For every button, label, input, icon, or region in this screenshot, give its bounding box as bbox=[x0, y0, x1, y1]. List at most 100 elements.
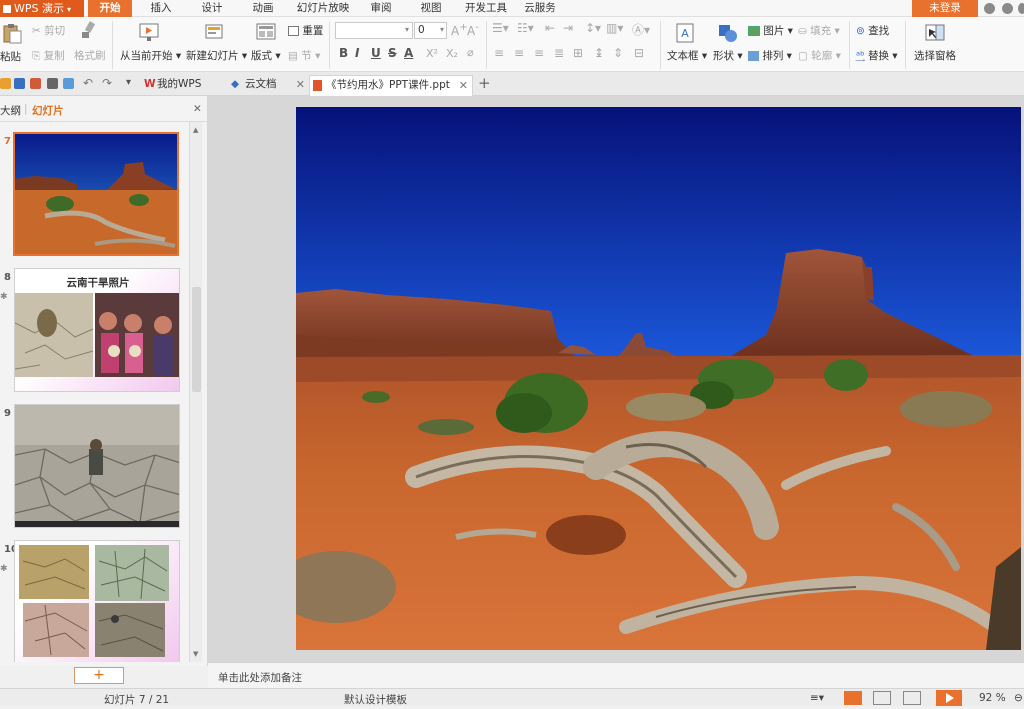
tab-slideshow[interactable]: 幻灯片放映 bbox=[292, 0, 354, 17]
text-align-icon[interactable]: ⊟ bbox=[634, 46, 644, 60]
redo-icon[interactable]: ↷ bbox=[102, 76, 112, 90]
play-from-current-button[interactable]: 从当前开始 ▾ bbox=[120, 48, 181, 63]
selection-pane-icon[interactable] bbox=[924, 22, 946, 44]
slide-sorter-icon[interactable] bbox=[873, 691, 891, 705]
scroll-down-icon[interactable]: ▼ bbox=[193, 650, 198, 658]
text-direction-icon[interactable]: Ⓐ▾ bbox=[632, 21, 650, 38]
tab-cloud-docs[interactable]: ◆ 云文档 ✕ bbox=[229, 75, 309, 96]
subscript-button[interactable]: X₂ bbox=[446, 47, 458, 60]
shape-icon[interactable] bbox=[717, 22, 739, 44]
reading-view-icon[interactable] bbox=[903, 691, 921, 705]
zoom-level[interactable]: 92 % bbox=[979, 692, 1006, 704]
add-slide-button[interactable]: + bbox=[74, 667, 124, 684]
tab-developer[interactable]: 开发工具 bbox=[460, 0, 512, 17]
decrease-indent-icon[interactable]: ⇤ bbox=[545, 21, 555, 35]
para-spacing-icon[interactable]: ⇕ bbox=[613, 46, 623, 60]
slide-thumbnail-9[interactable] bbox=[14, 404, 180, 528]
align-center-icon[interactable]: ≡ bbox=[514, 46, 524, 60]
find-button[interactable]: ⊚ 查找 bbox=[856, 23, 889, 38]
tab-my-wps[interactable]: W 我的WPS bbox=[141, 75, 225, 96]
tab-view[interactable]: 视图 bbox=[413, 0, 449, 17]
skin-icon[interactable] bbox=[984, 3, 995, 14]
open-folder-icon[interactable] bbox=[0, 78, 11, 89]
underline-button[interactable]: U bbox=[371, 46, 381, 60]
selection-pane-button[interactable]: 选择窗格 bbox=[914, 48, 956, 63]
shape-button[interactable]: 形状 ▾ bbox=[713, 48, 743, 63]
help-icon[interactable] bbox=[1018, 3, 1024, 14]
scrollbar-thumb[interactable] bbox=[192, 287, 201, 392]
login-button[interactable]: 未登录 bbox=[912, 0, 978, 17]
slide-thumbnail-10[interactable] bbox=[14, 540, 180, 662]
export-pdf-icon[interactable] bbox=[30, 78, 41, 89]
panel-scrollbar[interactable]: ▲ ▼ bbox=[189, 122, 202, 662]
slide-thumbnail-8[interactable]: 云南干旱照片 bbox=[14, 268, 180, 392]
undo-icon[interactable]: ↶ bbox=[83, 76, 93, 90]
settings-icon[interactable] bbox=[1002, 3, 1013, 14]
align-right-icon[interactable]: ≡ bbox=[534, 46, 544, 60]
line-spacing-2-icon[interactable]: ↨ bbox=[594, 46, 604, 60]
paste-icon[interactable] bbox=[1, 22, 23, 44]
template-name[interactable]: 默认设计模板 bbox=[344, 692, 407, 707]
more-commands-icon[interactable]: ▾ bbox=[126, 77, 131, 88]
cut-button[interactable]: ✂ 剪切 bbox=[32, 23, 65, 38]
current-slide[interactable] bbox=[296, 107, 1021, 650]
tab-design[interactable]: 设计 bbox=[194, 0, 230, 17]
distribute-icon[interactable]: ⊞ bbox=[573, 46, 583, 60]
clear-format-icon[interactable]: ⌀ bbox=[467, 46, 474, 59]
picture-button[interactable]: 图片 ▾ bbox=[748, 23, 793, 38]
tab-home[interactable]: 开始 bbox=[88, 0, 132, 17]
grow-font-button[interactable]: A+ bbox=[451, 22, 468, 38]
font-name-field[interactable]: ▾ bbox=[335, 22, 413, 39]
layout-button[interactable]: 版式 ▾ bbox=[251, 48, 281, 63]
tab-animation[interactable]: 动画 bbox=[245, 0, 281, 17]
tab-insert[interactable]: 插入 bbox=[143, 0, 179, 17]
close-icon[interactable]: ✕ bbox=[296, 75, 305, 94]
bullet-list-icon[interactable]: ☰▾ bbox=[492, 21, 509, 35]
justify-icon[interactable]: ≣ bbox=[554, 46, 564, 60]
copy-button[interactable]: ⎘ 复制 bbox=[32, 48, 65, 63]
fill-button[interactable]: ⛀ 填充 ▾ bbox=[798, 23, 840, 38]
save-icon[interactable] bbox=[14, 78, 25, 89]
new-tab-button[interactable]: + bbox=[478, 74, 491, 92]
slide-thumbnail-7[interactable] bbox=[13, 132, 179, 256]
scroll-up-icon[interactable]: ▲ bbox=[193, 126, 198, 134]
format-painter-icon[interactable] bbox=[80, 21, 98, 41]
new-slide-icon[interactable] bbox=[203, 21, 225, 43]
replace-button[interactable]: ᵃ͢ᵇ 替换 ▾ bbox=[856, 48, 898, 63]
superscript-button[interactable]: X² bbox=[426, 47, 438, 60]
arrange-button[interactable]: 排列 ▾ bbox=[748, 48, 792, 63]
font-color-button[interactable]: A bbox=[404, 46, 413, 60]
layout-icon[interactable] bbox=[255, 21, 277, 43]
normal-view-icon[interactable] bbox=[844, 691, 862, 705]
columns-icon[interactable]: ▥▾ bbox=[606, 21, 623, 35]
tab-review[interactable]: 审阅 bbox=[363, 0, 399, 17]
new-slide-button[interactable]: 新建幻灯片 ▾ bbox=[186, 48, 247, 63]
notes-pane[interactable]: 单击此处添加备注 bbox=[208, 662, 1024, 688]
align-left-icon[interactable]: ≡ bbox=[494, 46, 504, 60]
close-icon[interactable]: ✕ bbox=[193, 103, 202, 115]
font-size-field[interactable]: 0 ▾ bbox=[414, 22, 447, 39]
app-menu-button[interactable]: WPS 演示 ▾ bbox=[0, 0, 84, 17]
section-button[interactable]: ▤ 节 ▾ bbox=[288, 48, 320, 63]
tab-outline[interactable]: 大纲 bbox=[0, 103, 21, 118]
increase-indent-icon[interactable]: ⇥ bbox=[563, 21, 573, 35]
italic-button[interactable]: I bbox=[355, 46, 359, 60]
tab-cloud[interactable]: 云服务 bbox=[519, 0, 561, 17]
reset-button[interactable]: 重置 bbox=[288, 23, 323, 38]
shrink-font-button[interactable]: A- bbox=[467, 22, 479, 38]
zoom-out-icon[interactable]: ⊖ bbox=[1014, 692, 1023, 704]
preview-icon[interactable] bbox=[63, 78, 74, 89]
notes-toggle-icon[interactable]: ≡▾ bbox=[810, 692, 824, 704]
outline-button[interactable]: ▢ 轮廓 ▾ bbox=[798, 48, 841, 63]
play-from-current-icon[interactable] bbox=[138, 21, 160, 43]
close-icon[interactable]: ✕ bbox=[459, 76, 468, 95]
paste-button[interactable]: 粘贴 bbox=[0, 49, 21, 64]
tab-slides[interactable]: 幻灯片 bbox=[32, 103, 64, 118]
bold-button[interactable]: B bbox=[339, 46, 348, 60]
textbox-button[interactable]: 文本框 ▾ bbox=[667, 48, 707, 63]
textbox-icon[interactable]: A bbox=[674, 22, 696, 44]
tab-document-active[interactable]: 《节约用水》PPT课件.ppt ✕ bbox=[309, 75, 473, 96]
line-spacing-icon[interactable]: ↕▾ bbox=[585, 21, 601, 35]
print-icon[interactable] bbox=[47, 78, 58, 89]
strikethrough-button[interactable]: S bbox=[388, 46, 397, 60]
